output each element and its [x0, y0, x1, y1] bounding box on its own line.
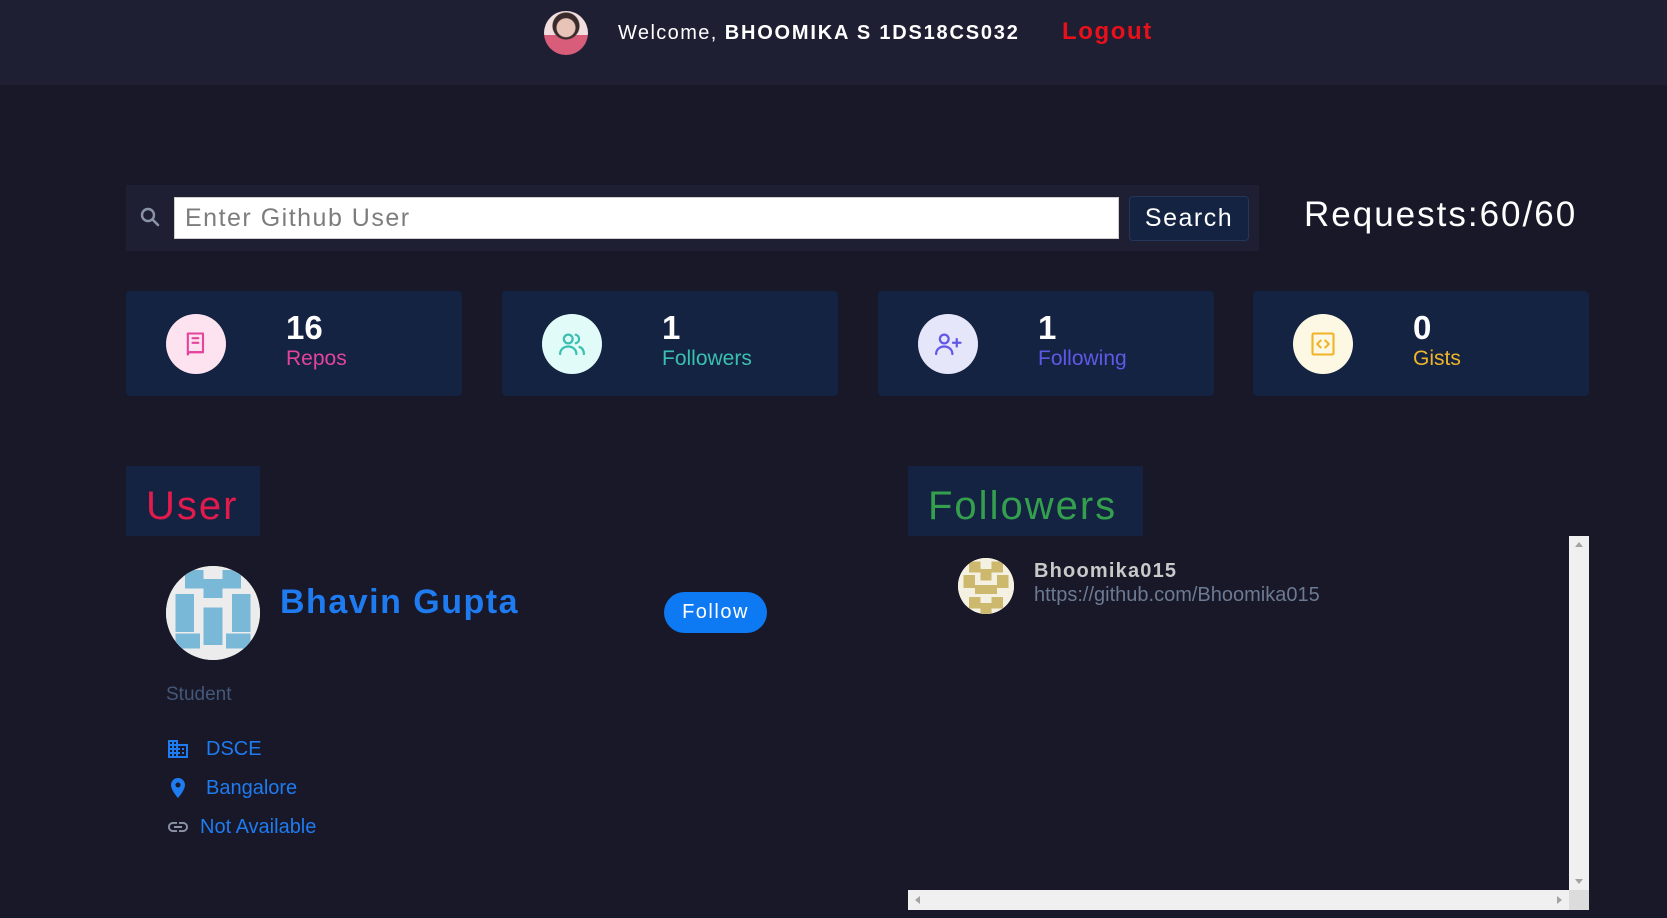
- follower-login: Bhoomika015: [1034, 560, 1178, 582]
- scroll-up-arrow-icon[interactable]: [1575, 542, 1583, 547]
- repos-count: 16: [286, 309, 323, 346]
- user-company: DSCE: [206, 737, 262, 760]
- welcome-prefix: Welcome,: [618, 22, 718, 44]
- follower-profile-link[interactable]: https://github.com/Bhoomika015: [1034, 584, 1320, 607]
- top-navbar: Welcome, BHOOMIKA S 1DS18CS032 Logout: [0, 0, 1667, 85]
- vertical-scrollbar[interactable]: [1569, 536, 1589, 890]
- user-location-row: Bangalore: [166, 776, 297, 800]
- user-bio: Student: [166, 684, 232, 705]
- search-bar: Search: [126, 185, 1259, 251]
- code-icon: [1293, 314, 1353, 374]
- user-location: Bangalore: [206, 776, 298, 799]
- followers-section-title: Followers: [908, 466, 1143, 536]
- search-button[interactable]: Search: [1129, 196, 1249, 241]
- follow-button[interactable]: Follow: [664, 592, 767, 633]
- user-blog-link[interactable]: Not Available: [200, 816, 316, 839]
- followers-list-panel: Bhoomika015 https://github.com/Bhoomika0…: [908, 536, 1589, 910]
- link-icon: [166, 815, 190, 839]
- scroll-down-arrow-icon[interactable]: [1575, 879, 1583, 884]
- user-full-name: Bhavin Gupta: [280, 583, 520, 621]
- gists-label: Gists: [1413, 347, 1461, 370]
- stat-card-repos: 16 Repos: [126, 291, 462, 396]
- stat-card-followers: 1 Followers: [502, 291, 838, 396]
- user-avatar: [166, 566, 260, 660]
- rate-limit-requests: Requests:60/60: [1304, 195, 1578, 234]
- book-icon: [166, 314, 226, 374]
- github-user-search-input[interactable]: [174, 197, 1119, 239]
- users-icon: [542, 314, 602, 374]
- current-user-label: BHOOMIKA S 1DS18CS032: [724, 22, 1020, 44]
- following-count: 1: [1038, 309, 1057, 346]
- horizontal-scrollbar[interactable]: [908, 890, 1569, 910]
- followers-count: 1: [662, 309, 681, 346]
- follower-avatar: [958, 558, 1014, 614]
- followers-label: Followers: [662, 347, 752, 370]
- user-plus-icon: [918, 314, 978, 374]
- welcome-text: Welcome, BHOOMIKA S 1DS18CS032: [618, 22, 1020, 45]
- user-blog-row: Not Available: [166, 815, 316, 839]
- location-pin-icon: [166, 776, 190, 800]
- scrollbar-corner: [1569, 890, 1589, 910]
- scroll-left-arrow-icon[interactable]: [915, 896, 920, 904]
- stat-card-following: 1 Following: [878, 291, 1214, 396]
- stat-card-gists: 0 Gists: [1253, 291, 1589, 396]
- gists-count: 0: [1413, 309, 1432, 346]
- repos-label: Repos: [286, 347, 347, 370]
- logout-button[interactable]: Logout: [1062, 18, 1153, 46]
- building-icon: [166, 737, 190, 761]
- user-company-row: DSCE: [166, 737, 262, 761]
- user-section-title: User: [126, 466, 260, 536]
- scroll-right-arrow-icon[interactable]: [1557, 896, 1562, 904]
- current-user-avatar: [544, 11, 588, 55]
- search-icon: [138, 205, 162, 229]
- following-label: Following: [1038, 347, 1127, 370]
